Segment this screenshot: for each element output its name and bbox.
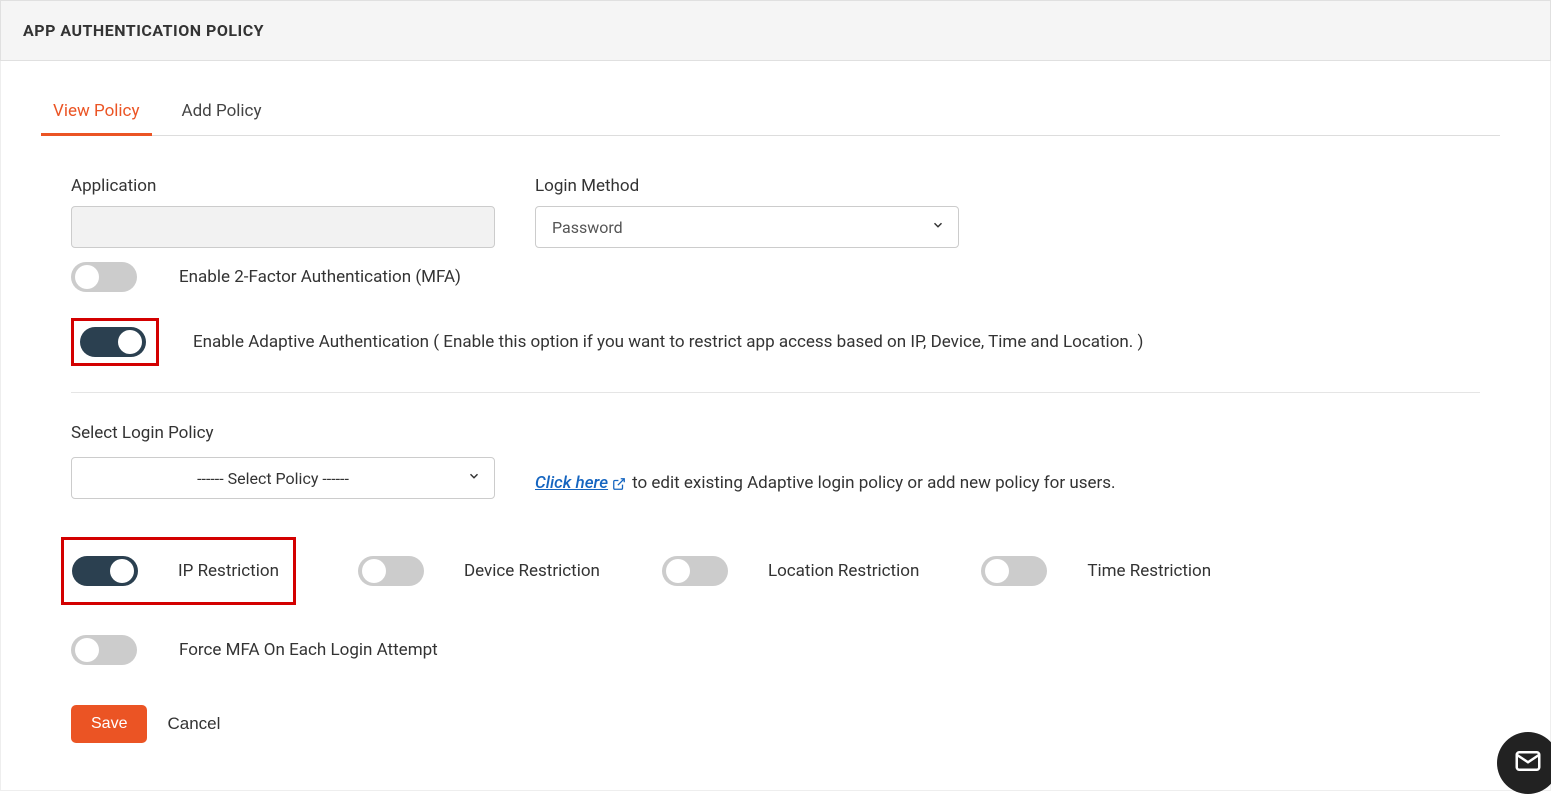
content-area: View Policy Add Policy Application Login…	[0, 61, 1551, 791]
select-login-policy-label: Select Login Policy	[71, 423, 1480, 443]
location-restriction-item: Location Restriction	[662, 556, 919, 586]
mfa-toggle[interactable]	[71, 262, 137, 292]
time-restriction-item: Time Restriction	[981, 556, 1211, 586]
action-buttons: Save Cancel	[71, 705, 1480, 743]
login-method-field-group: Login Method Password	[535, 176, 959, 248]
mfa-toggle-row: Enable 2-Factor Authentication (MFA)	[71, 262, 1480, 292]
login-method-select[interactable]: Password	[535, 206, 959, 248]
adaptive-auth-toggle[interactable]	[80, 327, 146, 357]
adaptive-auth-row: Enable Adaptive Authentication ( Enable …	[71, 318, 1480, 366]
tab-bar: View Policy Add Policy	[51, 91, 1500, 136]
device-restriction-toggle[interactable]	[358, 556, 424, 586]
time-restriction-toggle[interactable]	[981, 556, 1047, 586]
location-restriction-toggle[interactable]	[662, 556, 728, 586]
force-mfa-toggle[interactable]	[71, 635, 137, 665]
location-restriction-label: Location Restriction	[768, 561, 919, 581]
save-button[interactable]: Save	[71, 705, 147, 743]
chat-widget-button[interactable]	[1497, 732, 1551, 794]
tab-add-policy[interactable]: Add Policy	[180, 91, 264, 135]
cancel-button[interactable]: Cancel	[167, 714, 220, 734]
device-restriction-label: Device Restriction	[464, 561, 600, 581]
restrictions-row: IP Restriction Device Restriction Locati…	[71, 537, 1480, 605]
click-here-link[interactable]: Click here	[535, 473, 626, 493]
ip-restriction-item: IP Restriction	[61, 537, 296, 605]
tab-view-policy[interactable]: View Policy	[51, 91, 142, 135]
external-link-icon	[612, 476, 626, 490]
ip-restriction-label: IP Restriction	[178, 561, 279, 581]
page-header: APP AUTHENTICATION POLICY	[0, 0, 1551, 61]
force-mfa-row: Force MFA On Each Login Attempt	[71, 635, 1480, 665]
divider	[71, 392, 1480, 393]
login-method-label: Login Method	[535, 176, 959, 196]
select-login-policy-dropdown[interactable]: ------ Select Policy ------	[71, 457, 495, 499]
page-title: APP AUTHENTICATION POLICY	[23, 21, 1528, 40]
application-label: Application	[71, 176, 495, 196]
mfa-toggle-label: Enable 2-Factor Authentication (MFA)	[179, 267, 461, 287]
policy-helper-text: Click here to edit existing Adaptive log…	[535, 473, 1116, 499]
ip-restriction-toggle[interactable]	[72, 556, 138, 586]
adaptive-auth-label: Enable Adaptive Authentication ( Enable …	[193, 332, 1143, 352]
form-area: Application Login Method Password Enable…	[51, 176, 1500, 743]
mail-icon	[1513, 746, 1543, 780]
device-restriction-item: Device Restriction	[358, 556, 600, 586]
application-input[interactable]	[71, 206, 495, 248]
time-restriction-label: Time Restriction	[1087, 561, 1211, 581]
force-mfa-label: Force MFA On Each Login Attempt	[179, 640, 438, 660]
application-field-group: Application	[71, 176, 495, 248]
